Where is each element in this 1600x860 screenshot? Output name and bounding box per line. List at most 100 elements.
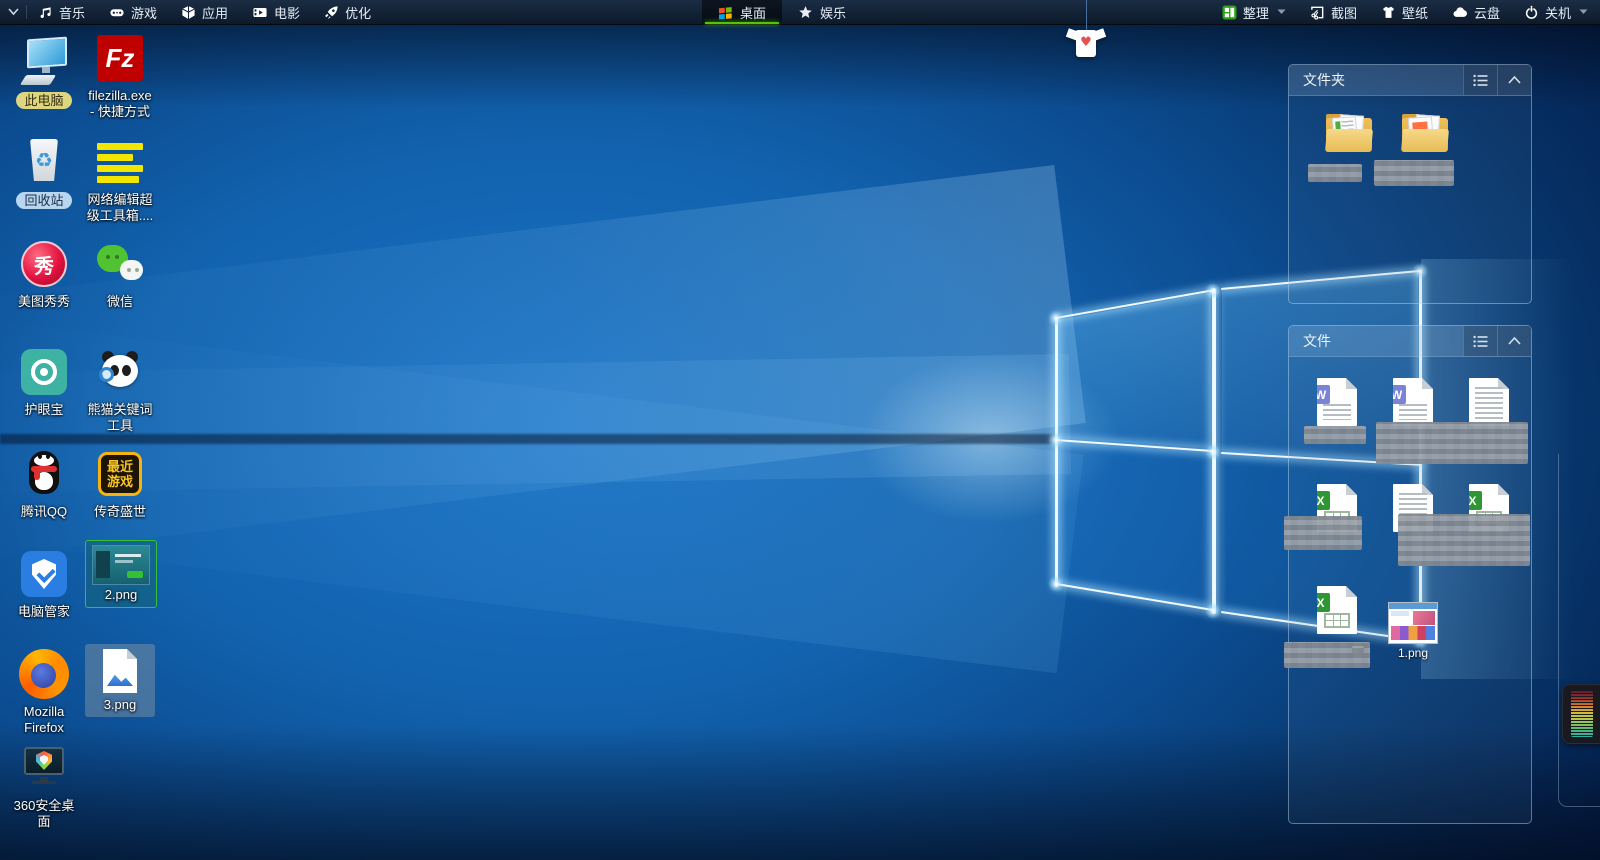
power-icon (1524, 5, 1539, 20)
wallpaper-glow-point (1048, 576, 1064, 592)
web-toolbox-icon (94, 136, 146, 188)
tab-label: 桌面 (740, 3, 766, 22)
desktop-icon-this-pc[interactable]: 此电脑 (8, 36, 80, 109)
desktop-icon-label: 此电脑 (16, 92, 71, 109)
desktop-icon-legend-game[interactable]: 最近游戏 传奇盛世 (84, 448, 156, 520)
music-icon (39, 5, 53, 20)
topbar-item-games[interactable]: 游戏 (97, 0, 169, 24)
chevron-down-icon (1277, 9, 1286, 15)
wallpaper-glow-point (1205, 444, 1221, 460)
file-item-text[interactable] (1451, 378, 1527, 426)
topbar-item-organize[interactable]: 整理 (1210, 0, 1298, 24)
topbar-collapse-button[interactable] (0, 0, 26, 24)
folder-media-icon (1400, 113, 1450, 155)
desktop-icon-label: 传奇盛世 (94, 504, 146, 520)
desktop-icon-filezilla[interactable]: Fz filezilla.exe - 快捷方式 (84, 32, 156, 120)
file-item-label: 1.png (1375, 646, 1451, 660)
tshirt-widget-string (1086, 0, 1087, 30)
desktop-icon-label: 工具 (107, 418, 133, 434)
wallpaper-glow-point (1205, 603, 1221, 619)
tab-desktop[interactable]: 桌面 (702, 0, 782, 24)
optimize-rocket-icon (324, 5, 339, 20)
file-item-word[interactable]: W (1375, 378, 1451, 426)
desktop-icon-label: 网络编辑超 (87, 192, 152, 208)
organize-grid-icon (1222, 5, 1237, 20)
desktop-icon-qq[interactable]: 腾讯QQ (8, 448, 80, 520)
desktop-icon-recycle-bin[interactable]: ♻ 回收站 (8, 136, 80, 209)
apps-cube-icon (181, 5, 196, 20)
tab-entertainment[interactable]: 娱乐 (782, 0, 862, 24)
list-view-icon (1473, 335, 1488, 348)
topbar-item-power[interactable]: 关机 (1512, 0, 1600, 24)
wallpaper-glow-point (1205, 283, 1221, 299)
files-panel-header[interactable]: 文件 (1289, 326, 1531, 357)
wallpaper-tshirt-icon (1381, 5, 1396, 20)
panda-keyword-icon (94, 346, 146, 398)
desktop-icon-image-3[interactable]: 3.png (85, 644, 155, 717)
desktop-icon-label: - 快捷方式 (90, 104, 150, 120)
screenshot-icon (1310, 5, 1325, 20)
folder-item[interactable] (1387, 113, 1463, 155)
qq-icon (18, 448, 70, 500)
folder-documents-icon (1324, 113, 1374, 155)
redacted-file-name (1352, 646, 1364, 653)
volume-meter[interactable] (1562, 684, 1600, 744)
desktop-icon-360-desktop[interactable]: 360安全桌 面 (8, 742, 80, 830)
word-doc-icon: W (1393, 378, 1433, 426)
redacted-file-name (1284, 516, 1362, 550)
desktop-icon-pc-manager[interactable]: 电脑管家 (8, 548, 80, 620)
desktop-icon-panda-keyword[interactable]: 熊猫关键词 工具 (84, 346, 156, 434)
topbar-item-cloud-disk[interactable]: 云盘 (1440, 0, 1512, 24)
chevron-down-icon (8, 8, 19, 16)
desktop-icon-image-2[interactable]: 2.png (85, 540, 157, 608)
topbar-item-optimize[interactable]: 优化 (312, 0, 383, 24)
desktop-icon-label: 2.png (105, 587, 138, 603)
chevron-down-icon (1579, 9, 1588, 15)
offscreen-panel-edge (1558, 454, 1600, 807)
list-view-button[interactable] (1463, 326, 1497, 356)
pc-manager-icon (18, 548, 70, 600)
topbar-item-label: 游戏 (131, 3, 157, 22)
topbar-item-screenshot[interactable]: 截图 (1298, 0, 1369, 24)
desktop-icon-firefox[interactable]: Mozilla Firefox (8, 648, 80, 736)
wallpaper-window-pane (1058, 292, 1211, 448)
folder-item[interactable] (1311, 113, 1387, 155)
desktop-icon-web-toolbox[interactable]: 网络编辑超 级工具箱.... (84, 136, 156, 224)
topbar-item-movies[interactable]: 电影 (240, 0, 312, 24)
files-panel: 文件 W W X (1288, 325, 1532, 824)
list-view-button[interactable] (1463, 65, 1497, 95)
active-tab-underline (705, 22, 779, 24)
filezilla-icon: Fz (94, 32, 146, 84)
chevron-up-icon (1508, 76, 1521, 84)
heart-icon: ♥ (1069, 35, 1103, 50)
topbar-item-label: 云盘 (1474, 3, 1500, 22)
redacted-folder-name (1308, 164, 1362, 182)
word-doc-icon: W (1317, 378, 1357, 426)
topbar-item-music[interactable]: 音乐 (27, 0, 97, 24)
topbar-tabs: 桌面 娱乐 (702, 0, 862, 24)
desktop-icon-label: 美图秀秀 (18, 294, 70, 310)
desktop-icon-label: 微信 (107, 294, 133, 310)
image-2-thumbnail (93, 546, 149, 584)
desktop-wallpaper[interactable]: 此电脑 Fz filezilla.exe - 快捷方式 ♻ 回收站 网络编辑超 … (0, 24, 1600, 860)
desktop-icon-meitu[interactable]: 秀 美图秀秀 (8, 238, 80, 310)
file-item-excel[interactable]: X (1299, 586, 1375, 634)
folders-panel-header[interactable]: 文件夹 (1289, 65, 1531, 96)
wallpaper-shadow-band (0, 434, 1058, 444)
meitu-icon: 秀 (18, 238, 70, 290)
360-desktop-icon (18, 742, 70, 794)
collapse-panel-button[interactable] (1497, 326, 1531, 356)
file-item-image-1[interactable]: 1.png (1375, 602, 1451, 660)
desktop-icon-label: 回收站 (16, 192, 71, 209)
tshirt-widget[interactable]: ♥ (1069, 28, 1103, 60)
collapse-panel-button[interactable] (1497, 65, 1531, 95)
topbar-item-apps[interactable]: 应用 (169, 0, 240, 24)
file-item-word[interactable]: W (1299, 378, 1375, 426)
desktop-icon-eye-guard[interactable]: 护眼宝 (8, 346, 80, 418)
desktop-icon-label: 级工具箱.... (87, 208, 153, 224)
list-view-icon (1473, 74, 1488, 87)
desktop-icon-wechat[interactable]: 微信 (84, 238, 156, 310)
recent-game-badge-icon: 最近游戏 (94, 448, 146, 500)
topbar-item-wallpaper[interactable]: 壁纸 (1369, 0, 1440, 24)
panel-title: 文件夹 (1303, 70, 1345, 90)
